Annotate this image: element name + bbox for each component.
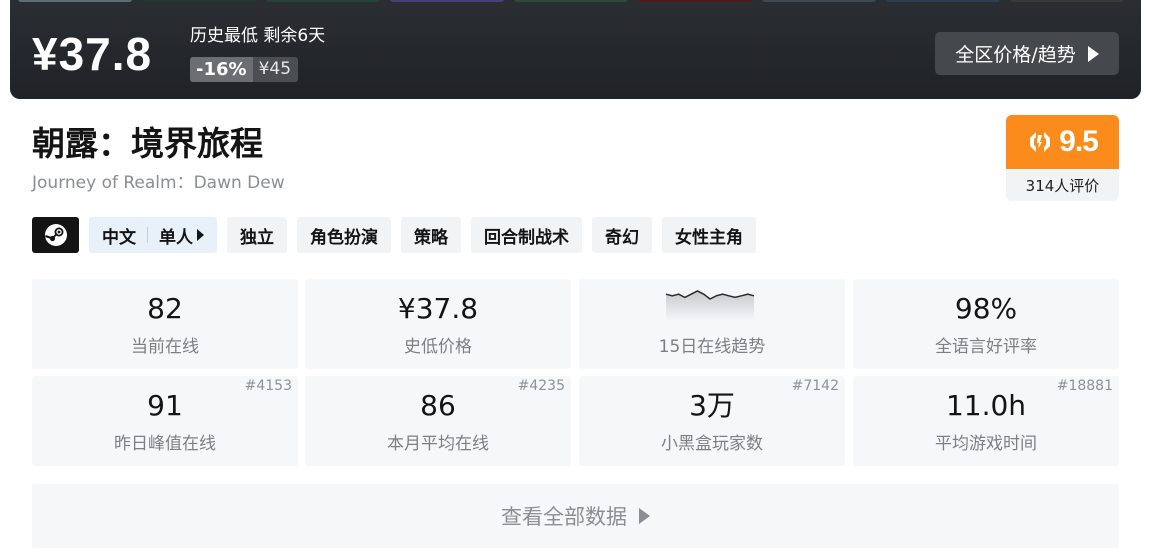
stat-label: 小黑盒玩家数 xyxy=(661,434,763,454)
genre-tag[interactable]: 策略 xyxy=(401,217,461,253)
view-all-data-button[interactable]: 查看全部数据 xyxy=(32,484,1119,548)
genre-tag[interactable]: 角色扮演 xyxy=(297,217,391,253)
current-price: ¥37.8 xyxy=(32,28,153,80)
game-subtitle: Journey of Realm：Dawn Dew xyxy=(32,173,285,193)
original-price: ¥45 xyxy=(258,59,292,79)
stat-positive-rate[interactable]: 98% 全语言好评率 xyxy=(853,279,1119,369)
trend-sparkline xyxy=(665,290,755,321)
lowest-price-label: 历史最低 剩余6天 xyxy=(190,26,326,46)
screenshot-thumb[interactable] xyxy=(266,0,380,2)
steam-platform-tag[interactable] xyxy=(32,217,79,253)
triangle-right-icon xyxy=(639,508,650,524)
screenshot-thumb[interactable] xyxy=(638,0,752,2)
screenshot-thumb[interactable] xyxy=(762,0,876,2)
stat-label: 当前在线 xyxy=(131,337,199,357)
screenshot-thumb[interactable] xyxy=(142,0,256,2)
region-button-label: 全区价格/趋势 xyxy=(955,44,1076,66)
screenshot-strip[interactable] xyxy=(10,0,1141,2)
genre-tag[interactable]: 回合制战术 xyxy=(471,217,582,253)
stat-value: ¥37.8 xyxy=(397,292,479,325)
screenshot-thumb[interactable] xyxy=(886,0,1000,2)
screenshot-thumb[interactable] xyxy=(390,0,504,2)
stat-monthly-average[interactable]: #4235 86 本月平均在线 xyxy=(305,376,571,466)
region-price-trend-button[interactable]: 全区价格/趋势 xyxy=(935,32,1119,75)
stat-value: 11.0h xyxy=(945,389,1027,422)
language-player-tag[interactable]: 中文 单人 xyxy=(89,217,217,253)
heybox-logo-icon xyxy=(1030,132,1051,152)
stat-label: 15日在线趋势 xyxy=(658,337,766,357)
stat-value: 91 xyxy=(147,389,183,422)
triangle-right-icon xyxy=(1087,45,1099,62)
players-label: 单人 xyxy=(159,227,193,248)
stat-average-playtime[interactable]: #18881 11.0h 平均游戏时间 xyxy=(853,376,1119,466)
stat-label: 全语言好评率 xyxy=(935,337,1037,357)
stat-heybox-players[interactable]: #7142 3万 小黑盒玩家数 xyxy=(579,376,845,466)
stat-label: 本月平均在线 xyxy=(387,434,489,454)
language-label: 中文 xyxy=(102,227,136,248)
score-value: 9.5 xyxy=(1059,125,1099,158)
score-card[interactable]: 9.5 314人评价 xyxy=(1006,115,1119,201)
game-title: 朝露：境界旅程 xyxy=(32,124,263,163)
discount-percent: -16% xyxy=(190,57,253,82)
stat-value: 98% xyxy=(954,292,1018,325)
stat-lowest-price[interactable]: ¥37.8 史低价格 xyxy=(305,279,571,369)
stat-peak-yesterday[interactable]: #4153 91 昨日峰值在线 xyxy=(32,376,298,466)
tag-list: 中文 单人 独立 角色扮演 策略 回合制战术 奇幻 女性主角 xyxy=(32,217,756,253)
genre-tag[interactable]: 奇幻 xyxy=(592,217,652,253)
view-all-label: 查看全部数据 xyxy=(501,505,627,529)
stat-label: 昨日峰值在线 xyxy=(114,434,216,454)
steam-icon xyxy=(44,224,67,246)
stat-label: 史低价格 xyxy=(404,337,472,357)
genre-tag[interactable]: 女性主角 xyxy=(662,217,756,253)
price-banner: ¥37.8 历史最低 剩余6天 -16% ¥45 全区价格/趋势 xyxy=(10,0,1141,99)
score-badge: 9.5 xyxy=(1006,115,1119,169)
review-count: 314人评价 xyxy=(1025,176,1100,195)
stat-label: 平均游戏时间 xyxy=(935,434,1037,454)
triangle-right-icon xyxy=(197,229,204,241)
stat-online-trend[interactable]: 15日在线趋势 xyxy=(579,279,845,369)
stat-value: 3万 xyxy=(689,389,735,422)
screenshot-thumb[interactable] xyxy=(18,0,132,2)
divider xyxy=(147,227,148,243)
stat-value: 82 xyxy=(147,292,183,325)
screenshot-thumb[interactable] xyxy=(1010,0,1124,2)
stat-current-online[interactable]: 82 当前在线 xyxy=(32,279,298,369)
genre-tag[interactable]: 独立 xyxy=(227,217,287,253)
discount-badge: -16% ¥45 xyxy=(190,57,299,82)
screenshot-thumb[interactable] xyxy=(514,0,628,2)
stat-value: 86 xyxy=(420,389,456,422)
